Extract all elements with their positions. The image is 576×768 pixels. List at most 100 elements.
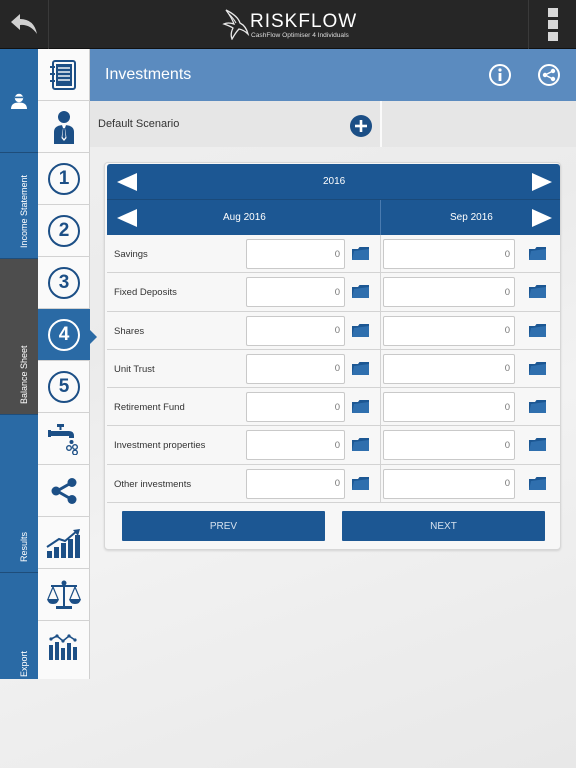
nav-step-2[interactable]: 2 — [38, 205, 90, 257]
nav-step-1[interactable]: 1 — [38, 153, 90, 205]
amount-input[interactable] — [246, 277, 345, 308]
info-button[interactable] — [489, 64, 511, 86]
share-button[interactable] — [538, 64, 560, 86]
menu-bar-icon — [547, 32, 558, 41]
app-subtitle: CashFlow Optimiser 4 Individuals — [251, 32, 349, 39]
prev-button[interactable]: PREV — [122, 511, 325, 541]
column-divider — [380, 349, 381, 388]
column-divider — [380, 464, 381, 503]
amount-input[interactable] — [383, 353, 515, 384]
column-divider — [380, 311, 381, 349]
amount-input[interactable] — [383, 430, 515, 461]
nav-profile[interactable] — [38, 101, 90, 153]
amount-input[interactable] — [246, 353, 345, 384]
category-income-statement[interactable]: Income Statement — [0, 153, 38, 259]
nav-step-4[interactable]: 4 — [38, 309, 90, 361]
folder-icon[interactable] — [528, 246, 547, 261]
next-button[interactable]: NEXT — [342, 511, 545, 541]
nav-notes[interactable] — [38, 49, 90, 101]
step-navigation: 1 2 3 4 5 — [38, 49, 90, 679]
nav-step-3[interactable]: 3 — [38, 257, 90, 309]
growth-chart-icon — [46, 528, 80, 558]
top-bar: RISKFLOW CashFlow Optimiser 4 Individual… — [0, 0, 576, 49]
nav-share[interactable] — [38, 465, 90, 517]
page-title: Investments — [105, 66, 192, 83]
folder-icon[interactable] — [351, 323, 370, 338]
folder-icon[interactable] — [351, 476, 370, 491]
category-sidebar: Income Statement Balance Sheet Results E… — [0, 49, 38, 679]
category-profile[interactable] — [0, 49, 38, 153]
amount-input[interactable] — [383, 392, 515, 423]
amount-input[interactable] — [246, 468, 345, 499]
bar-line-chart-icon — [49, 634, 77, 660]
back-button[interactable] — [0, 0, 49, 49]
next-year-arrow-icon[interactable] — [532, 173, 552, 191]
folder-icon[interactable] — [351, 399, 370, 414]
previous-year-arrow-icon[interactable] — [117, 173, 137, 191]
share-icon — [542, 68, 556, 82]
folder-icon[interactable] — [351, 246, 370, 261]
table-row: Other investments — [107, 464, 560, 504]
amount-input[interactable] — [383, 277, 515, 308]
row-label: Savings — [114, 249, 148, 260]
table-row: Investment properties — [107, 426, 560, 465]
row-label: Other investments — [114, 478, 192, 490]
amount-input[interactable] — [246, 239, 345, 269]
month-label-1: Aug 2016 — [223, 212, 266, 223]
folder-icon[interactable] — [351, 361, 370, 376]
column-divider — [380, 235, 381, 273]
step-number: 5 — [48, 370, 80, 403]
step-number: 1 — [48, 162, 80, 195]
notebook-icon — [50, 59, 76, 90]
share-icon — [51, 477, 77, 504]
amount-input[interactable] — [246, 430, 345, 461]
column-divider — [380, 273, 381, 311]
nav-cashflow[interactable] — [38, 413, 90, 465]
scenario-divider — [380, 101, 382, 147]
year-label: 2016 — [323, 176, 346, 187]
scenario-name[interactable]: Default Scenario — [98, 118, 179, 130]
table-row: Fixed Deposits — [107, 273, 560, 312]
row-label: Shares — [114, 325, 145, 337]
row-label: Fixed Deposits — [114, 287, 177, 299]
folder-icon[interactable] — [528, 476, 547, 491]
amount-input[interactable] — [246, 315, 345, 346]
nav-statistics[interactable] — [38, 621, 90, 673]
page-header: Investments — [90, 49, 576, 101]
column-divider — [380, 388, 381, 426]
folder-icon[interactable] — [528, 361, 547, 376]
folder-icon[interactable] — [528, 437, 547, 452]
investment-rows: Savings Fixed Deposits — [107, 235, 560, 504]
category-label: Results — [19, 531, 29, 562]
folder-icon[interactable] — [351, 437, 370, 452]
folder-icon[interactable] — [528, 399, 547, 414]
app-logo: RISKFLOW CashFlow Optimiser 4 Individual… — [222, 8, 362, 42]
folder-icon[interactable] — [351, 284, 370, 299]
amount-input[interactable] — [246, 392, 345, 423]
next-month-arrow-icon[interactable] — [532, 209, 552, 227]
folder-icon[interactable] — [528, 323, 547, 338]
nav-step-5[interactable]: 5 — [38, 361, 90, 413]
add-scenario-button[interactable] — [350, 115, 372, 137]
scenario-bar: Default Scenario — [90, 101, 576, 147]
amount-input[interactable] — [383, 239, 515, 269]
menu-bar-icon — [547, 8, 558, 17]
tap-coins-icon — [48, 423, 79, 455]
folder-icon[interactable] — [528, 284, 547, 299]
info-icon — [498, 68, 502, 81]
nav-balance[interactable] — [38, 569, 90, 621]
column-divider — [380, 426, 381, 464]
step-number: 2 — [48, 214, 80, 247]
falcon-logo-icon — [222, 9, 250, 40]
category-balance-sheet[interactable]: Balance Sheet — [0, 259, 38, 415]
menu-bar-icon — [547, 20, 558, 29]
row-label: Retirement Fund — [114, 402, 185, 414]
category-export[interactable]: Export — [0, 573, 38, 679]
amount-input[interactable] — [383, 315, 515, 346]
category-results[interactable]: Results — [0, 415, 38, 573]
year-selector: 2016 — [107, 164, 560, 199]
menu-button[interactable] — [528, 0, 576, 49]
amount-input[interactable] — [383, 468, 515, 499]
nav-growth-chart[interactable] — [38, 517, 90, 569]
previous-month-arrow-icon[interactable] — [117, 209, 137, 227]
